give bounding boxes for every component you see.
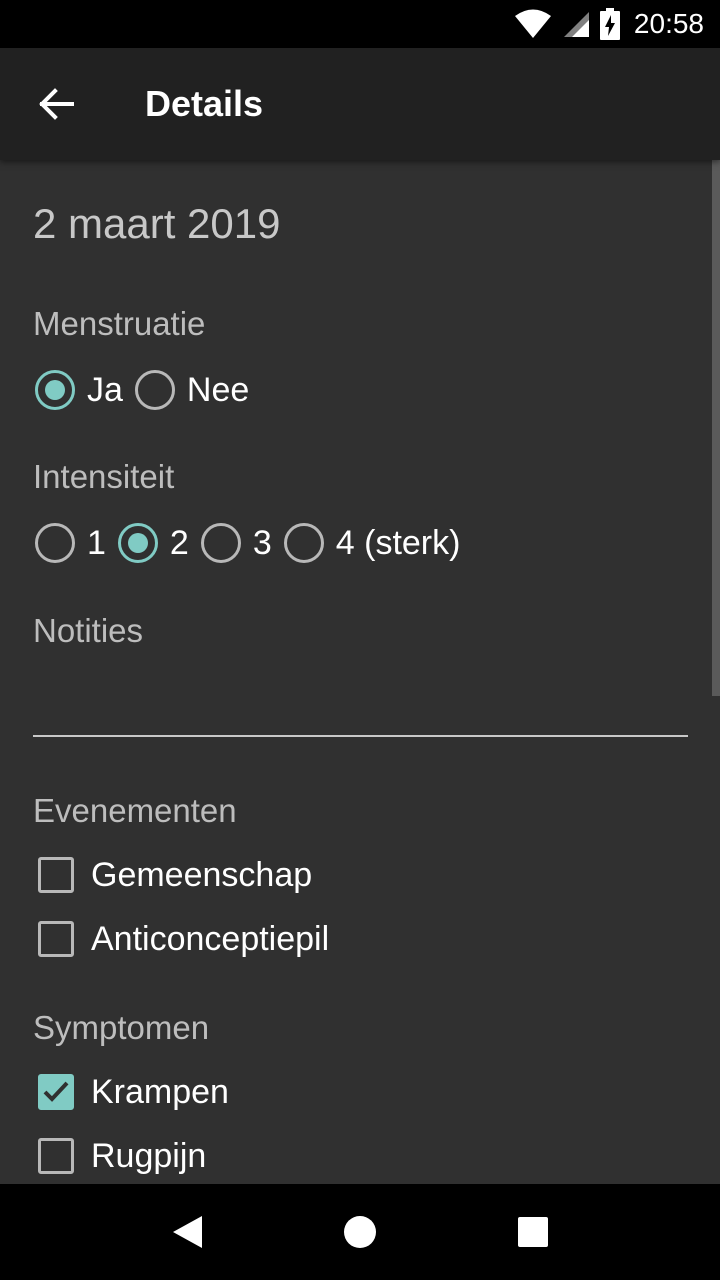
menstruatie-label: Menstruatie xyxy=(33,305,206,342)
checkbox[interactable] xyxy=(38,921,74,957)
checkbox-label: Anticonceptiepil xyxy=(91,919,330,958)
nav-home-button[interactable] xyxy=(330,1202,390,1262)
navigation-bar xyxy=(0,1184,720,1280)
nav-recents-button[interactable] xyxy=(503,1202,563,1262)
battery-charging-icon xyxy=(599,8,620,40)
back-button[interactable] xyxy=(0,48,112,160)
radio-option-nee[interactable]: Nee xyxy=(133,370,249,410)
radio-label: 4 (sterk) xyxy=(335,523,461,562)
radio-button[interactable] xyxy=(134,370,175,410)
radio-option-2[interactable]: 2 xyxy=(116,523,189,563)
checkbox[interactable] xyxy=(38,1138,74,1174)
square-recents-icon xyxy=(518,1217,549,1247)
app-bar: Details xyxy=(0,48,720,160)
checkbox-label: Rugpijn xyxy=(91,1136,207,1175)
intensiteit-radio-group: 1 2 3 4 (sterk) xyxy=(33,511,470,575)
notities-input[interactable] xyxy=(33,675,688,733)
radio-option-ja[interactable]: Ja xyxy=(33,370,123,410)
notities-label: Notities xyxy=(33,612,144,649)
menstruatie-radio-group: Ja Nee xyxy=(33,358,259,422)
checkbox-row-krampen[interactable]: Krampen xyxy=(33,1060,229,1124)
date-heading: 2 maart 2019 xyxy=(33,200,281,247)
radio-option-1[interactable]: 1 xyxy=(33,523,106,563)
checkbox[interactable] xyxy=(38,857,74,893)
status-bar: 20:58 xyxy=(0,0,720,48)
checkbox-label: Gemeenschap xyxy=(91,855,313,894)
radio-option-4[interactable]: 4 (sterk) xyxy=(282,523,461,563)
checkbox[interactable] xyxy=(38,1074,74,1110)
radio-label: Ja xyxy=(87,370,123,409)
signal-icon xyxy=(563,12,589,37)
intensiteit-label: Intensiteit xyxy=(33,458,175,495)
radio-option-3[interactable]: 3 xyxy=(199,523,272,563)
radio-label: 3 xyxy=(252,523,272,562)
radio-label: Nee xyxy=(186,370,250,409)
radio-button[interactable] xyxy=(35,523,75,563)
radio-button[interactable] xyxy=(117,523,158,563)
checkmark-icon xyxy=(43,1081,69,1102)
triangle-back-icon xyxy=(172,1216,202,1248)
arrow-left-icon xyxy=(39,88,74,120)
nav-back-button[interactable] xyxy=(157,1202,217,1262)
circle-home-icon xyxy=(343,1216,376,1248)
checkbox-row-rugpijn[interactable]: Rugpijn xyxy=(33,1124,206,1184)
symptomen-label: Symptomen xyxy=(33,1009,210,1046)
checkbox-label: Krampen xyxy=(91,1072,229,1111)
details-form: 2 maart 2019 Menstruatie Ja Nee Intensit… xyxy=(0,160,720,1184)
radio-button[interactable] xyxy=(283,523,324,563)
radio-label: 1 xyxy=(87,523,106,562)
checkbox-row-anticonceptiepil[interactable]: Anticonceptiepil xyxy=(33,907,329,971)
wifi-icon xyxy=(514,9,551,38)
checkbox-row-gemeenschap[interactable]: Gemeenschap xyxy=(33,843,312,907)
radio-label: 2 xyxy=(169,523,189,562)
evenementen-label: Evenementen xyxy=(33,792,237,829)
scrollbar[interactable] xyxy=(712,160,720,696)
page-title: Details xyxy=(145,83,264,124)
radio-button[interactable] xyxy=(200,523,241,563)
notities-underline xyxy=(33,735,688,737)
status-time: 20:58 xyxy=(633,8,704,39)
radio-button[interactable] xyxy=(35,370,75,410)
